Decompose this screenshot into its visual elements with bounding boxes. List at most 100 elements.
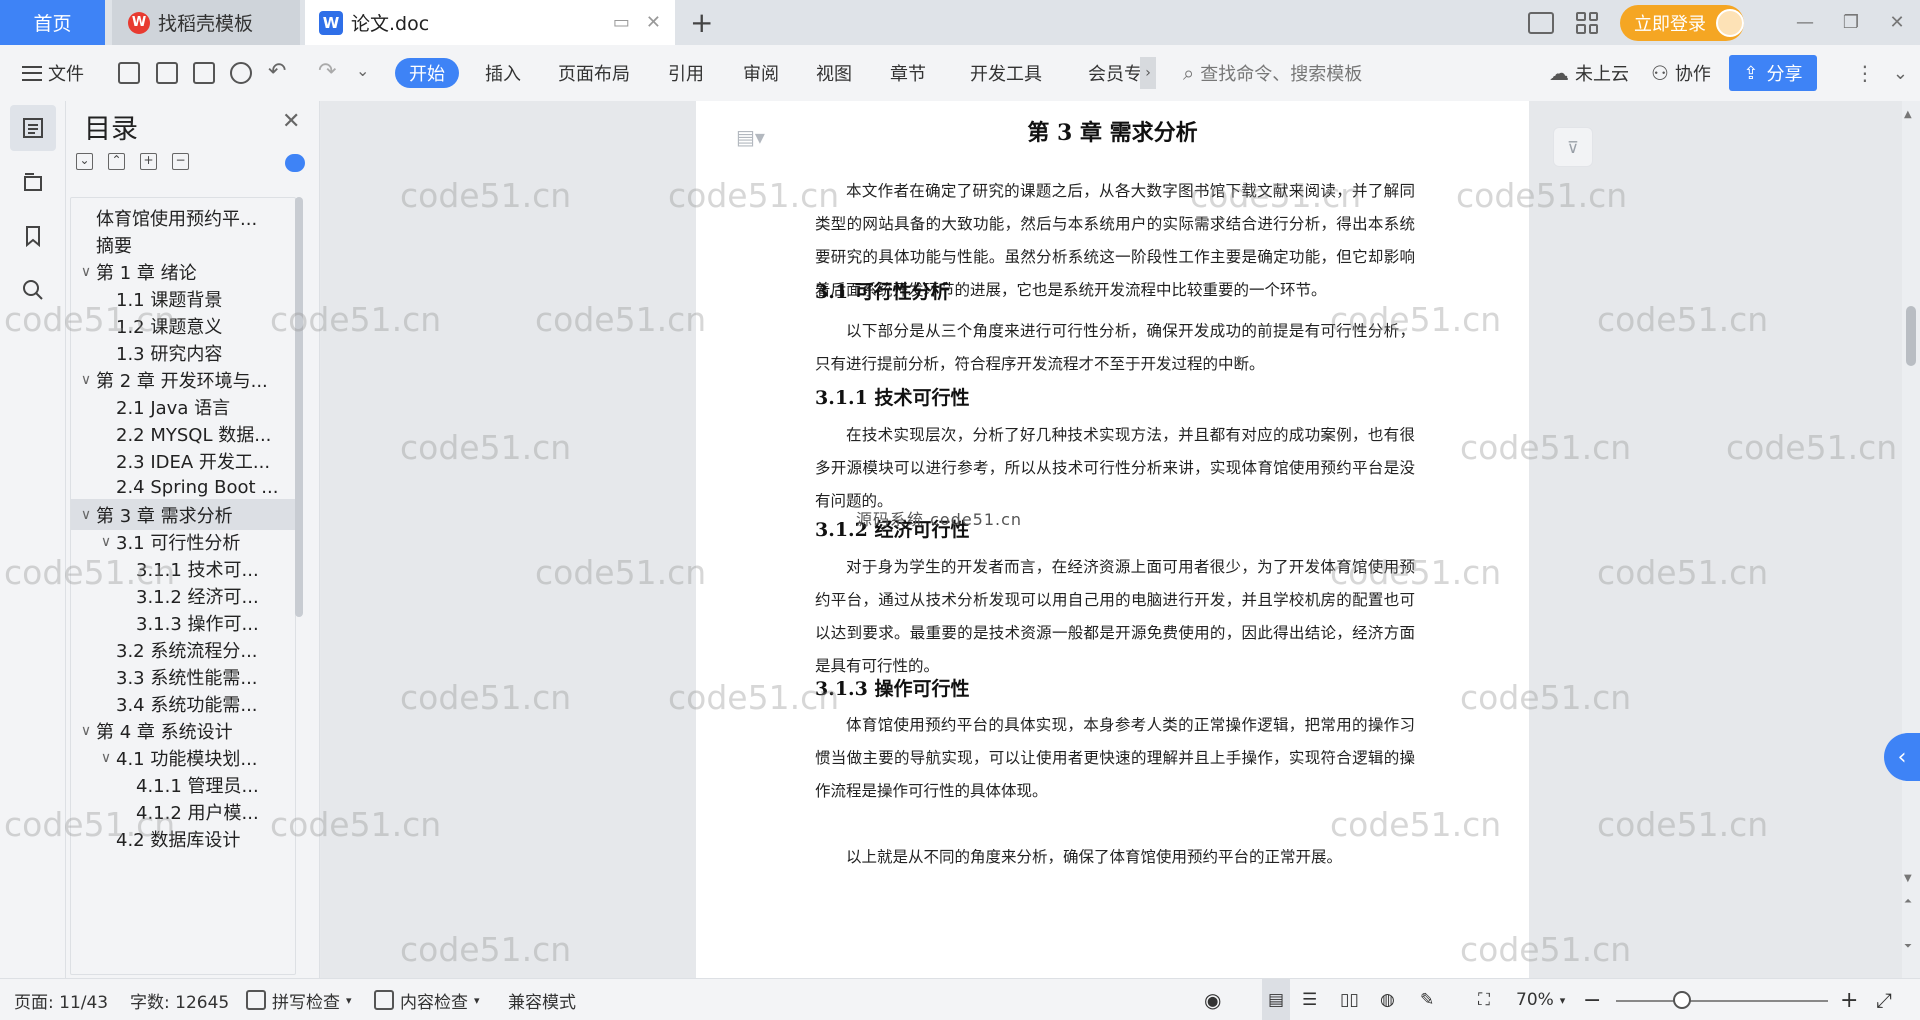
content-check-icon (374, 990, 394, 1010)
tab-home[interactable]: 首页 (0, 0, 105, 45)
toc-scrollbar[interactable] (295, 197, 303, 617)
search-placeholder: 查找命令、搜索模板 (1200, 64, 1363, 85)
minimize-icon[interactable]: — (1782, 12, 1828, 33)
share-label: 分享 (1766, 64, 1803, 85)
tab-page-layout[interactable]: 页面布局 (558, 45, 630, 101)
chevron-down-icon: ∨ (80, 722, 92, 739)
tabs-scroll-right-icon[interactable]: › (1140, 57, 1156, 89)
more-options-icon[interactable]: ⋮ (1855, 61, 1875, 85)
fullscreen-icon[interactable]: ⤢ (1876, 979, 1892, 1020)
collaborate-label: 协作 (1674, 64, 1711, 85)
compat-mode: 兼容模式 (508, 992, 576, 1013)
filter-panel-icon[interactable]: ⊽ (1553, 127, 1593, 167)
layout-toggle-icon[interactable] (1528, 11, 1554, 34)
cloud-status-button[interactable]: ☁ 未上云 (1549, 60, 1629, 86)
spell-check-button[interactable]: 拼写检查 ▾ (246, 979, 352, 1020)
file-menu-button[interactable]: 文件 (22, 60, 84, 86)
collapse-all-icon[interactable]: ⌃ (108, 153, 125, 170)
page-indicator[interactable]: 页面: 11/43 (14, 979, 108, 1020)
print-icon[interactable] (193, 62, 215, 84)
vertical-scrollbar[interactable]: ▲ ▼ ⏶ ⏷ (1902, 101, 1920, 978)
ribbon-toolbar: 文件 ↶ ↷ ⌄ 开始 插入 页面布局 引用 审阅 视图 章节 开发工具 会员专… (0, 45, 1920, 101)
search-icon: ⌕ (1183, 61, 1195, 85)
subsection-heading: 3.1.1 技术可行性 (815, 387, 970, 409)
monitor-icon[interactable]: ▭ (613, 12, 630, 33)
avatar (1716, 8, 1744, 37)
content-check-button[interactable]: 内容检查 ▾ (374, 979, 480, 1020)
cloud-label: 未上云 (1574, 64, 1629, 85)
toc-list: 体育馆使用预约平... 摘要 ∨ 第 1 章 绪论 1.1 课题背景 1.2 课题… (70, 197, 296, 975)
login-button[interactable]: 立即登录 (1620, 4, 1744, 41)
share-icon: ⇪ (1743, 62, 1759, 84)
toc-panel-icon[interactable] (10, 105, 56, 151)
subsection-paragraph: 体育馆使用预约平台的具体实现，本身参考人类的正常操作逻辑，把常用的操作习惯当做主… (815, 716, 1415, 800)
overlay-watermark-text: 源码系统 code51.cn (856, 510, 1023, 529)
expand-all-icon[interactable]: ⌄ (76, 153, 93, 170)
tab-developer[interactable]: 开发工具 (970, 45, 1042, 101)
eye-protection-icon[interactable]: ◉ (1204, 979, 1221, 1020)
chevron-down-icon: ∨ (80, 371, 92, 388)
tab-insert[interactable]: 插入 (485, 45, 521, 101)
status-bar: 页面: 11/43 字数: 12645 拼写检查 ▾ 内容检查 ▾ 兼容模式 ◉ ▤… (0, 978, 1920, 1020)
page-view-icon[interactable]: ▤ (1262, 979, 1290, 1020)
reading-view-icon[interactable]: ▯▯ (1340, 979, 1359, 1020)
tab-document-label: 论文.doc (351, 13, 430, 35)
docer-logo-icon: W (128, 11, 150, 34)
collapse-ribbon-icon[interactable]: ⌄ (1893, 63, 1908, 84)
chevron-down-icon: ∨ (80, 263, 92, 280)
zoom-level[interactable]: 70% ▾ (1516, 979, 1565, 1020)
bookmark-icon[interactable] (10, 213, 56, 259)
quick-access-dropdown-icon[interactable]: ⌄ (356, 61, 369, 80)
collaborate-button[interactable]: ⚇ 协作 (1651, 60, 1711, 86)
tab-member[interactable]: 会员专 (1088, 45, 1142, 101)
user-add-icon: ⚇ (1650, 61, 1669, 85)
redo-icon[interactable]: ↷ (318, 59, 336, 84)
tab-references[interactable]: 引用 (668, 45, 704, 101)
print-preview-icon[interactable] (230, 62, 252, 84)
zoom-slider[interactable] (1616, 1000, 1828, 1002)
tab-home-ribbon[interactable]: 开始 (395, 58, 459, 88)
ai-assistant-icon[interactable] (285, 154, 305, 172)
restore-icon[interactable]: ❐ (1828, 12, 1874, 33)
command-search[interactable]: ⌕ 查找命令、搜索模板 (1183, 45, 1362, 101)
chapter-nav-icon[interactable] (10, 159, 56, 205)
zoom-slider-knob[interactable] (1673, 991, 1691, 1009)
remove-heading-icon[interactable]: − (172, 153, 189, 170)
document-page[interactable]: ▤▾ 第 3 章 需求分析 本文作者在确定了研究的课题之后，从各大数字图书馆下载… (696, 101, 1529, 978)
toc-item[interactable]: 4.2 数据库设计 (71, 823, 295, 854)
new-tab-plus-icon[interactable]: + (690, 6, 713, 39)
zoom-out-icon[interactable]: − (1583, 979, 1601, 1020)
tab-view[interactable]: 视图 (816, 45, 852, 101)
close-window-icon[interactable]: ✕ (1874, 12, 1920, 33)
tab-template-label: 找稻壳模板 (158, 13, 254, 35)
wps-writer-icon: W (319, 10, 343, 35)
closing-paragraph: 以上就是从不同的角度来分析，确保了体育馆使用预约平台的正常开展。 (846, 848, 1343, 866)
web-view-icon[interactable]: ◍ (1380, 979, 1395, 1020)
undo-icon[interactable]: ↶ (268, 59, 286, 84)
tab-template[interactable]: W 找稻壳模板 (112, 0, 300, 45)
fit-page-icon[interactable]: ⛶ (1478, 979, 1490, 1020)
apps-grid-icon[interactable] (1576, 11, 1598, 34)
tab-review[interactable]: 审阅 (743, 45, 779, 101)
export-pdf-icon[interactable] (156, 62, 178, 84)
toc-panel: 目录 ✕ ⌄ ⌃ + − 体育馆使用预约平... 摘要 ∨ 第 1 章 绪论 1.… (66, 101, 320, 978)
section-heading: 3.1 可行性分析 (815, 281, 950, 303)
file-menu-label: 文件 (48, 64, 84, 85)
share-button[interactable]: ⇪ 分享 (1728, 55, 1817, 91)
word-count[interactable]: 字数: 12645 (130, 979, 229, 1020)
save-icon[interactable] (118, 62, 140, 84)
zoom-in-icon[interactable]: + (1840, 979, 1858, 1020)
toc-close-icon[interactable]: ✕ (282, 109, 300, 134)
tab-home-label: 首页 (33, 13, 72, 35)
tab-chapter[interactable]: 章节 (890, 45, 926, 101)
find-icon[interactable] (10, 267, 56, 313)
hamburger-icon (22, 65, 42, 81)
scroll-down-icon: ▼ (1904, 873, 1912, 884)
left-nav-strip (0, 101, 66, 978)
outline-view-icon[interactable]: ☰ (1302, 979, 1317, 1020)
add-heading-icon[interactable]: + (140, 153, 157, 170)
tab-document[interactable]: W 论文.doc ▭ ✕ (305, 0, 675, 45)
close-tab-icon[interactable]: ✕ (646, 12, 661, 33)
title-bar: 首页 W 找稻壳模板 W 论文.doc ▭ ✕ + 立即登录 — ❐ ✕ (0, 0, 1920, 45)
pen-icon[interactable]: ✎ (1420, 979, 1434, 1020)
